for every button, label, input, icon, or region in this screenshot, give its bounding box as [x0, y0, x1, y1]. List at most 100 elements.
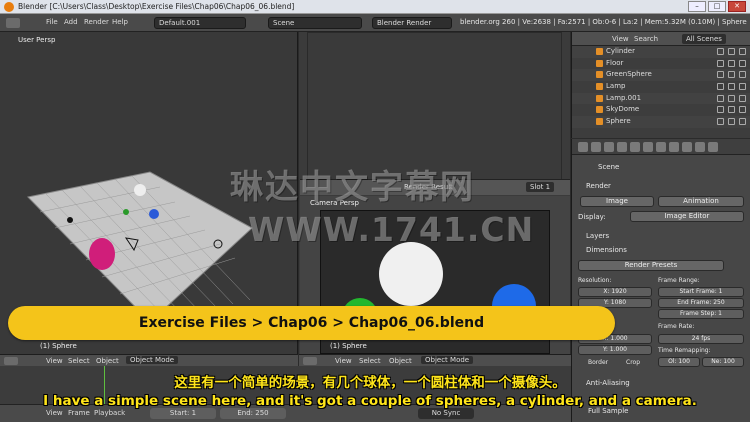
- camera-icon[interactable]: [739, 94, 746, 102]
- timeline-view-menu[interactable]: View: [46, 409, 63, 417]
- data-tab-icon[interactable]: [656, 142, 666, 152]
- arrow-icon[interactable]: [728, 106, 735, 114]
- editor-type-icon[interactable]: [6, 18, 20, 28]
- crop-checkbox[interactable]: Crop: [626, 359, 640, 366]
- time-old-field[interactable]: Ol: 100: [658, 357, 700, 367]
- camera-icon[interactable]: [739, 83, 746, 91]
- border-checkbox[interactable]: Border: [588, 359, 608, 366]
- scene-breadcrumb: Scene: [598, 163, 620, 171]
- eye-icon[interactable]: [717, 59, 724, 67]
- arrow-icon[interactable]: [728, 71, 735, 79]
- render-engine-select[interactable]: Blender Render: [372, 17, 452, 29]
- right-object-menu[interactable]: Object: [389, 357, 412, 365]
- outliner-search-menu[interactable]: Search: [634, 35, 658, 43]
- constraint-tab-icon[interactable]: [630, 142, 640, 152]
- time-new-field[interactable]: Ne: 100: [702, 357, 744, 367]
- aspect-y-field[interactable]: Y: 1.000: [578, 345, 652, 355]
- render-animation-button[interactable]: Animation: [658, 196, 744, 207]
- maximize-button[interactable]: □: [708, 1, 726, 12]
- right-mode-select[interactable]: Object Mode: [421, 356, 474, 364]
- world-tab-icon[interactable]: [604, 142, 614, 152]
- left-select-menu[interactable]: Select: [68, 357, 90, 365]
- menu-add[interactable]: Add: [64, 18, 78, 26]
- timeline-frame-menu[interactable]: Frame: [68, 409, 90, 417]
- outliner-scenes-select[interactable]: All Scenes: [682, 34, 726, 44]
- timeline-sync-select[interactable]: No Sync: [418, 408, 474, 419]
- dimensions-panel-header[interactable]: Dimensions: [586, 246, 627, 254]
- arrow-icon[interactable]: [728, 83, 735, 91]
- physics-tab-icon[interactable]: [708, 142, 718, 152]
- close-button[interactable]: ✕: [728, 1, 746, 12]
- object-tab-icon[interactable]: [617, 142, 627, 152]
- modifier-tab-icon[interactable]: [643, 142, 653, 152]
- time-remap-label: Time Remapping:: [658, 347, 711, 354]
- scene-tab-icon[interactable]: [591, 142, 601, 152]
- menu-file[interactable]: File: [46, 18, 58, 26]
- menu-help[interactable]: Help: [112, 18, 128, 26]
- timeline-start-field[interactable]: Start: 1: [150, 408, 216, 419]
- watermark-line1: 琳达中文字幕网: [230, 167, 475, 206]
- window-controls: – □ ✕: [688, 1, 746, 12]
- eye-icon[interactable]: [717, 106, 724, 114]
- left-object-menu[interactable]: Object: [96, 357, 119, 365]
- arrow-icon[interactable]: [728, 48, 735, 55]
- right-view-menu[interactable]: View: [335, 357, 352, 365]
- outliner-item-sphere[interactable]: Sphere: [572, 116, 750, 128]
- left-view-menu[interactable]: View: [46, 357, 63, 365]
- eye-icon[interactable]: [717, 94, 724, 102]
- camera-icon[interactable]: [739, 59, 746, 67]
- left-mode-select[interactable]: Object Mode: [126, 356, 179, 364]
- scene-select[interactable]: Scene: [268, 17, 362, 29]
- resolution-x-field[interactable]: X: 1920: [578, 287, 652, 297]
- end-frame-field[interactable]: End Frame: 250: [658, 298, 744, 308]
- render-panel-header[interactable]: Render: [586, 182, 611, 190]
- blender-logo-icon: [4, 2, 14, 12]
- info-header: File Add Render Help Default.001 Scene B…: [0, 14, 750, 32]
- outliner-list: Cylinder Floor GreenSphere Lamp Lamp.001…: [572, 46, 750, 128]
- editor-type-icon[interactable]: [303, 357, 317, 365]
- menu-render[interactable]: Render: [84, 18, 109, 26]
- material-tab-icon[interactable]: [669, 142, 679, 152]
- particle-tab-icon[interactable]: [695, 142, 705, 152]
- fps-select[interactable]: 24 fps: [658, 334, 744, 344]
- outliner: View Search All Scenes Cylinder Floor Gr…: [571, 32, 750, 138]
- layout-select[interactable]: Default.001: [154, 17, 246, 29]
- object-icon: [596, 59, 603, 67]
- render-image-button[interactable]: Image: [580, 196, 654, 207]
- camera-icon[interactable]: [739, 71, 746, 79]
- outliner-item-cylinder[interactable]: Cylinder: [572, 46, 750, 58]
- layers-panel-header[interactable]: Layers: [586, 232, 609, 240]
- camera-icon[interactable]: [739, 106, 746, 114]
- outliner-item-floor[interactable]: Floor: [572, 58, 750, 70]
- timeline-end-field[interactable]: End: 250: [220, 408, 286, 419]
- timeline-playback-menu[interactable]: Playback: [94, 409, 125, 417]
- outliner-item-skydome[interactable]: SkyDome: [572, 104, 750, 116]
- render-presets-select[interactable]: Render Presets: [578, 260, 724, 271]
- render-slot-select[interactable]: Slot 1: [526, 182, 555, 192]
- camera-icon[interactable]: [739, 48, 746, 55]
- eye-icon[interactable]: [717, 71, 724, 79]
- start-frame-field[interactable]: Start Frame: 1: [658, 287, 744, 297]
- camera-icon[interactable]: [739, 118, 746, 126]
- object-icon: [596, 71, 603, 79]
- editor-type-icon[interactable]: [4, 357, 18, 365]
- texture-tab-icon[interactable]: [682, 142, 692, 152]
- right-select-menu[interactable]: Select: [359, 357, 381, 365]
- outliner-item-lamp[interactable]: Lamp: [572, 81, 750, 93]
- minimize-button[interactable]: –: [688, 1, 706, 12]
- arrow-icon[interactable]: [728, 94, 735, 102]
- pink-cylinder: [89, 238, 115, 270]
- eye-icon[interactable]: [717, 83, 724, 91]
- eye-icon[interactable]: [717, 48, 724, 55]
- outliner-item-greensphere[interactable]: GreenSphere: [572, 69, 750, 82]
- display-select[interactable]: Image Editor: [630, 211, 744, 222]
- outliner-item-lamp-001[interactable]: Lamp.001: [572, 92, 750, 105]
- arrow-icon[interactable]: [728, 59, 735, 67]
- render-tab-icon[interactable]: [578, 142, 588, 152]
- window-titlebar: Blender [C:\Users\Class\Desktop\Exercise…: [0, 0, 750, 14]
- arrow-icon[interactable]: [728, 118, 735, 126]
- outliner-view-menu[interactable]: View: [612, 35, 629, 43]
- camera-active-object: (1) Sphere: [330, 342, 367, 350]
- eye-icon[interactable]: [717, 118, 724, 126]
- frame-step-field[interactable]: Frame Step: 1: [658, 309, 744, 319]
